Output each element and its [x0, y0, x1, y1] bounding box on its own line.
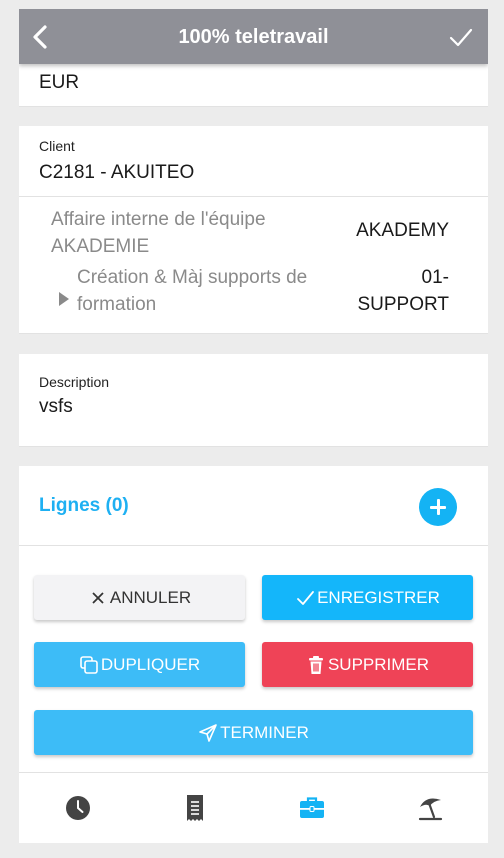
affaire-selector[interactable]: Affaire interne de l'équipe AKADEMIE AKA… [19, 197, 488, 334]
briefcase-icon[interactable] [297, 793, 327, 823]
bottom-tab-bar [19, 772, 488, 843]
close-icon [92, 591, 104, 604]
save-label: ENREGISTRER [317, 587, 440, 607]
action-buttons: ANNULER ENREGISTRER DUPLIQUER SUPPRIMER … [19, 546, 488, 772]
description-value: vsfs [39, 396, 73, 417]
app-screen: 100% teletravail EUR Client C2181 - AKUI… [19, 9, 488, 843]
copy-icon [80, 655, 98, 674]
save-button[interactable]: ENREGISTRER [262, 575, 473, 620]
description-label: Description [39, 374, 110, 390]
check-icon[interactable] [448, 24, 474, 50]
cancel-label: ANNULER [109, 587, 192, 607]
client-label: Client [39, 138, 75, 154]
page-title: 100% teletravail [178, 26, 329, 48]
tache-name: Création & Màj supports de formation [77, 267, 308, 315]
check-icon [297, 590, 314, 605]
currency-field[interactable]: EUR [19, 64, 488, 107]
client-field[interactable]: Client C2181 - AKUITEO [19, 126, 488, 197]
client-value: C2181 - AKUITEO [39, 162, 195, 183]
tache-code: 01-SUPPORT [357, 267, 449, 315]
receipt-icon[interactable] [180, 793, 210, 823]
cancel-button[interactable]: ANNULER [34, 575, 245, 620]
affaire-name: Affaire interne de l'équipe AKADEMIE [51, 209, 266, 257]
currency-value: EUR [39, 72, 80, 93]
finish-label: TERMINER [220, 722, 309, 742]
duplicate-button[interactable]: DUPLIQUER [34, 642, 245, 687]
trash-icon [308, 655, 323, 674]
duplicate-label: DUPLIQUER [100, 654, 201, 674]
delete-button[interactable]: SUPPRIMER [262, 642, 473, 687]
description-field[interactable]: Description vsfs [19, 354, 488, 447]
finish-button[interactable]: TERMINER [34, 710, 473, 755]
lignes-section: Lignes (0) [19, 466, 488, 546]
top-bar: 100% teletravail [19, 9, 488, 64]
delete-label: SUPPRIMER [327, 654, 430, 674]
plus-circle-icon[interactable] [419, 488, 457, 526]
caret-right-icon [59, 292, 69, 306]
beach-umbrella-icon[interactable] [415, 793, 445, 823]
clock-icon[interactable] [63, 793, 93, 823]
lignes-title[interactable]: Lignes (0) [39, 495, 129, 517]
affaire-code: AKADEMY [356, 220, 449, 241]
send-icon [199, 723, 217, 742]
